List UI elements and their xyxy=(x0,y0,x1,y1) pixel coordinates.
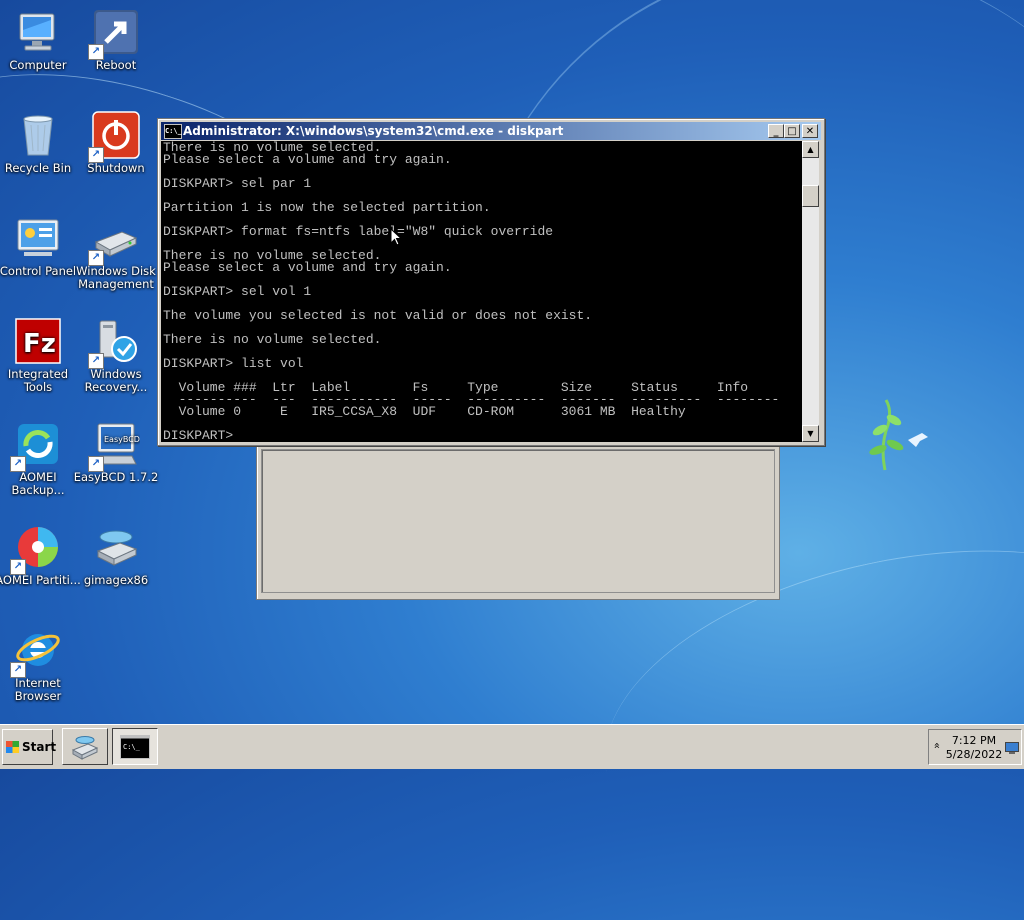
desktop-icon-label: AOMEI Partiti... xyxy=(0,573,81,587)
desktop-icon-label: Reboot xyxy=(95,58,137,72)
background-window[interactable] xyxy=(256,440,780,600)
windows-flag-icon xyxy=(6,741,19,753)
desktop-icon-label: EasyBCD 1.7.2 xyxy=(73,470,159,484)
desktop-icon-disk-management[interactable]: ↗ Windows Disk Management xyxy=(73,214,159,291)
scroll-thumb[interactable] xyxy=(802,185,819,207)
disk-tool-icon xyxy=(71,736,99,760)
clock-date: 5/28/2022 xyxy=(945,748,1003,761)
svg-text:Fz: Fz xyxy=(23,329,56,359)
desktop-icon-windows-recovery[interactable]: ↗ Windows Recovery... xyxy=(73,317,159,394)
scroll-up-button[interactable]: ▲ xyxy=(802,141,819,158)
window-title: Administrator: X:\windows\system32\cmd.e… xyxy=(183,124,564,138)
taskbar-button-cmd[interactable]: C:\_ xyxy=(112,728,158,765)
desktop-icon-recycle-bin[interactable]: Recycle Bin xyxy=(0,111,81,175)
shortcut-arrow-icon: ↗ xyxy=(88,44,104,60)
desktop-icon-control-panel[interactable]: Control Panel xyxy=(0,214,81,278)
cmd-title-bar[interactable]: C:\_ Administrator: X:\windows\system32\… xyxy=(161,122,821,140)
shortcut-arrow-icon: ↗ xyxy=(88,456,104,472)
control-panel-icon xyxy=(17,219,59,256)
desktop-icon-shutdown[interactable]: ↗ Shutdown xyxy=(73,111,159,175)
desktop-icon-label: gimagex86 xyxy=(83,573,149,587)
recycle-bin-icon xyxy=(23,115,53,156)
shortcut-arrow-icon: ↗ xyxy=(10,662,26,678)
shortcut-arrow-icon: ↗ xyxy=(88,353,104,369)
desktop-icon-label: Computer xyxy=(9,58,67,72)
cmd-window-icon: C:\_ xyxy=(164,124,182,139)
svg-text:EasyBCD: EasyBCD xyxy=(104,435,140,444)
desktop-icon-computer[interactable]: Computer xyxy=(0,8,81,72)
cmd-icon: C:\_ xyxy=(120,735,150,759)
shortcut-arrow-icon: ↗ xyxy=(10,559,26,575)
system-tray: » 7:12 PM 5/28/2022 xyxy=(928,729,1022,765)
taskbar-button-disk-tool[interactable] xyxy=(62,728,108,765)
tray-expand-arrow-icon[interactable]: » xyxy=(930,742,943,749)
clock[interactable]: 7:12 PM 5/28/2022 xyxy=(945,734,1003,762)
desktop-icon-aomei-backup[interactable]: ↗ AOMEI Backup... xyxy=(0,420,81,497)
mouse-cursor-icon xyxy=(390,228,402,246)
desktop-icon-gimagex[interactable]: gimagex86 xyxy=(73,523,159,587)
desktop-icon-label: Windows Recovery... xyxy=(84,367,148,394)
desktop-icon-integrated-tools[interactable]: Fz Integrated Tools xyxy=(0,317,81,394)
desktop-icon-label: Windows Disk Management xyxy=(76,264,156,291)
background-window-panel xyxy=(261,449,775,593)
desktop-icon-label: AOMEI Backup... xyxy=(11,470,65,497)
maximize-button[interactable]: □ xyxy=(784,124,800,138)
desktop-icon-reboot[interactable]: ↗ Reboot xyxy=(73,8,159,72)
desktop-icon-label: Recycle Bin xyxy=(4,161,72,175)
start-label: Start xyxy=(22,740,57,754)
taskbar: Start C:\_ » 7:12 PM 5/28/2022 xyxy=(0,724,1024,769)
start-button[interactable]: Start xyxy=(2,729,57,765)
svg-text:C:\_: C:\_ xyxy=(123,743,141,751)
vertical-scrollbar[interactable]: ▲ ▼ xyxy=(802,141,819,442)
network-icon[interactable] xyxy=(1005,742,1019,754)
desktop-icon-label: Control Panel xyxy=(0,264,77,278)
filezilla-icon: Fz xyxy=(15,318,61,364)
console-output[interactable]: There is no volume selected. Please sele… xyxy=(161,141,802,442)
scroll-down-button[interactable]: ▼ xyxy=(802,425,819,442)
cmd-window[interactable]: C:\_ Administrator: X:\windows\system32\… xyxy=(157,118,825,446)
desktop-icon-internet-browser[interactable]: ↗ Internet Browser xyxy=(0,626,81,703)
desktop-icon-easybcd[interactable]: EasyBCD ↗ EasyBCD 1.7.2 xyxy=(73,420,159,484)
shortcut-arrow-icon: ↗ xyxy=(88,147,104,163)
console-text: There is no volume selected. Please sele… xyxy=(163,141,780,442)
wallpaper-branch-icon xyxy=(869,399,928,471)
minimize-button[interactable]: _ xyxy=(768,124,784,138)
computer-icon xyxy=(19,13,55,51)
shortcut-arrow-icon: ↗ xyxy=(10,456,26,472)
close-button[interactable]: ✕ xyxy=(802,124,818,138)
gimagex-icon xyxy=(96,530,138,566)
desktop-icon-aomei-partition[interactable]: ↗ AOMEI Partiti... xyxy=(0,523,81,587)
desktop-icon-label: Integrated Tools xyxy=(7,367,69,394)
desktop-icon-label: Internet Browser xyxy=(14,676,62,703)
shortcut-arrow-icon: ↗ xyxy=(88,250,104,266)
desktop-icon-label: Shutdown xyxy=(87,161,145,175)
clock-time: 7:12 PM xyxy=(951,734,997,747)
